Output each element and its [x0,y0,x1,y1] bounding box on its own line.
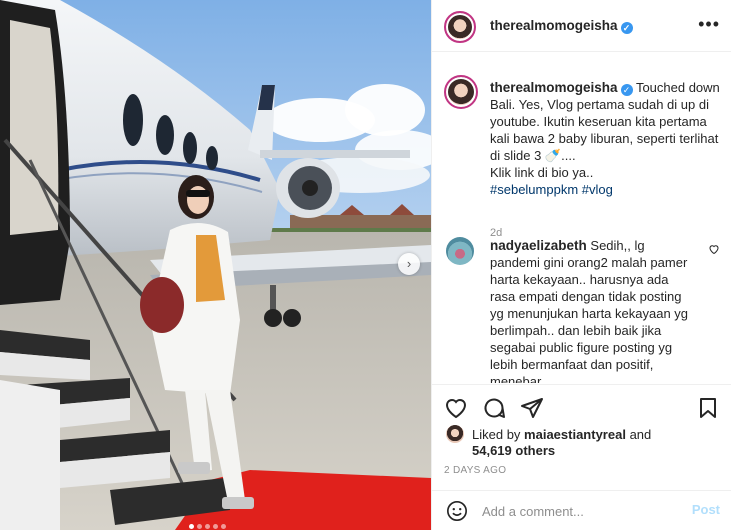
author-username[interactable]: therealmomogeisha ✓ [490,18,633,34]
comment-text-block: nadyaelizabeth Sedih,, lg pandemi gini o… [490,237,690,383]
author-avatar[interactable] [444,11,476,43]
carousel-indicator [189,517,229,529]
verified-badge-icon: ✓ [620,84,633,96]
caption-text-block: therealmomogeisha ✓ Touched down Bali. Ye… [490,79,724,198]
caption-hashtags[interactable]: #sebelumppkm #vlog [490,182,613,197]
jet-photo-illustration [0,0,431,530]
comment-icon[interactable] [482,396,506,420]
likes-text: Liked by maiaestiantyreal and [472,426,651,443]
author-username-text[interactable]: therealmomogeisha [490,18,618,33]
caption-author-avatar[interactable] [444,75,478,109]
caption-line2: Klik link di bio ya.. [490,165,594,180]
post-photo[interactable] [0,0,431,530]
add-comment-bar: Post [432,490,731,530]
carousel-dot [205,524,210,529]
carousel-next-button[interactable]: › [398,253,420,275]
carousel-dot [189,524,194,529]
comments-section[interactable]: therealmomogeisha ✓ Touched down Bali. Ye… [432,53,731,383]
more-options-icon[interactable]: ••• [698,14,720,34]
post-comment-button[interactable]: Post [692,502,720,517]
action-bar [432,384,731,430]
post-header: therealmomogeisha ✓ ••• [432,0,731,52]
likes-count[interactable]: 54,619 others [472,443,555,458]
verified-badge-icon: ✓ [620,22,633,34]
like-icon[interactable] [444,396,468,420]
likes-joiner: and [629,427,652,442]
posted-time[interactable]: 2 DAYS AGO [444,465,506,476]
save-icon[interactable] [696,396,720,420]
commenter-avatar[interactable] [446,237,474,265]
comment-body: Sedih,, lg pandemi gini orang2 malah pam… [490,238,689,383]
likes-prefix: Liked by [472,427,521,442]
carousel-dot [221,524,226,529]
comment-like-heart-icon[interactable] [708,243,720,255]
emoji-icon[interactable] [446,500,468,522]
caption-username[interactable]: therealmomogeisha [490,80,618,95]
commenter-username[interactable]: nadyaelizabeth [490,238,587,253]
comment-input[interactable] [482,500,682,522]
carousel-dot [213,524,218,529]
liker-username[interactable]: maiaestiantyreal [524,427,626,442]
post-sidebar: therealmomogeisha ✓ ••• therealmomogeisha… [431,0,731,530]
liker-avatar[interactable] [446,425,464,443]
carousel-dot [197,524,202,529]
share-icon[interactable] [520,396,544,420]
